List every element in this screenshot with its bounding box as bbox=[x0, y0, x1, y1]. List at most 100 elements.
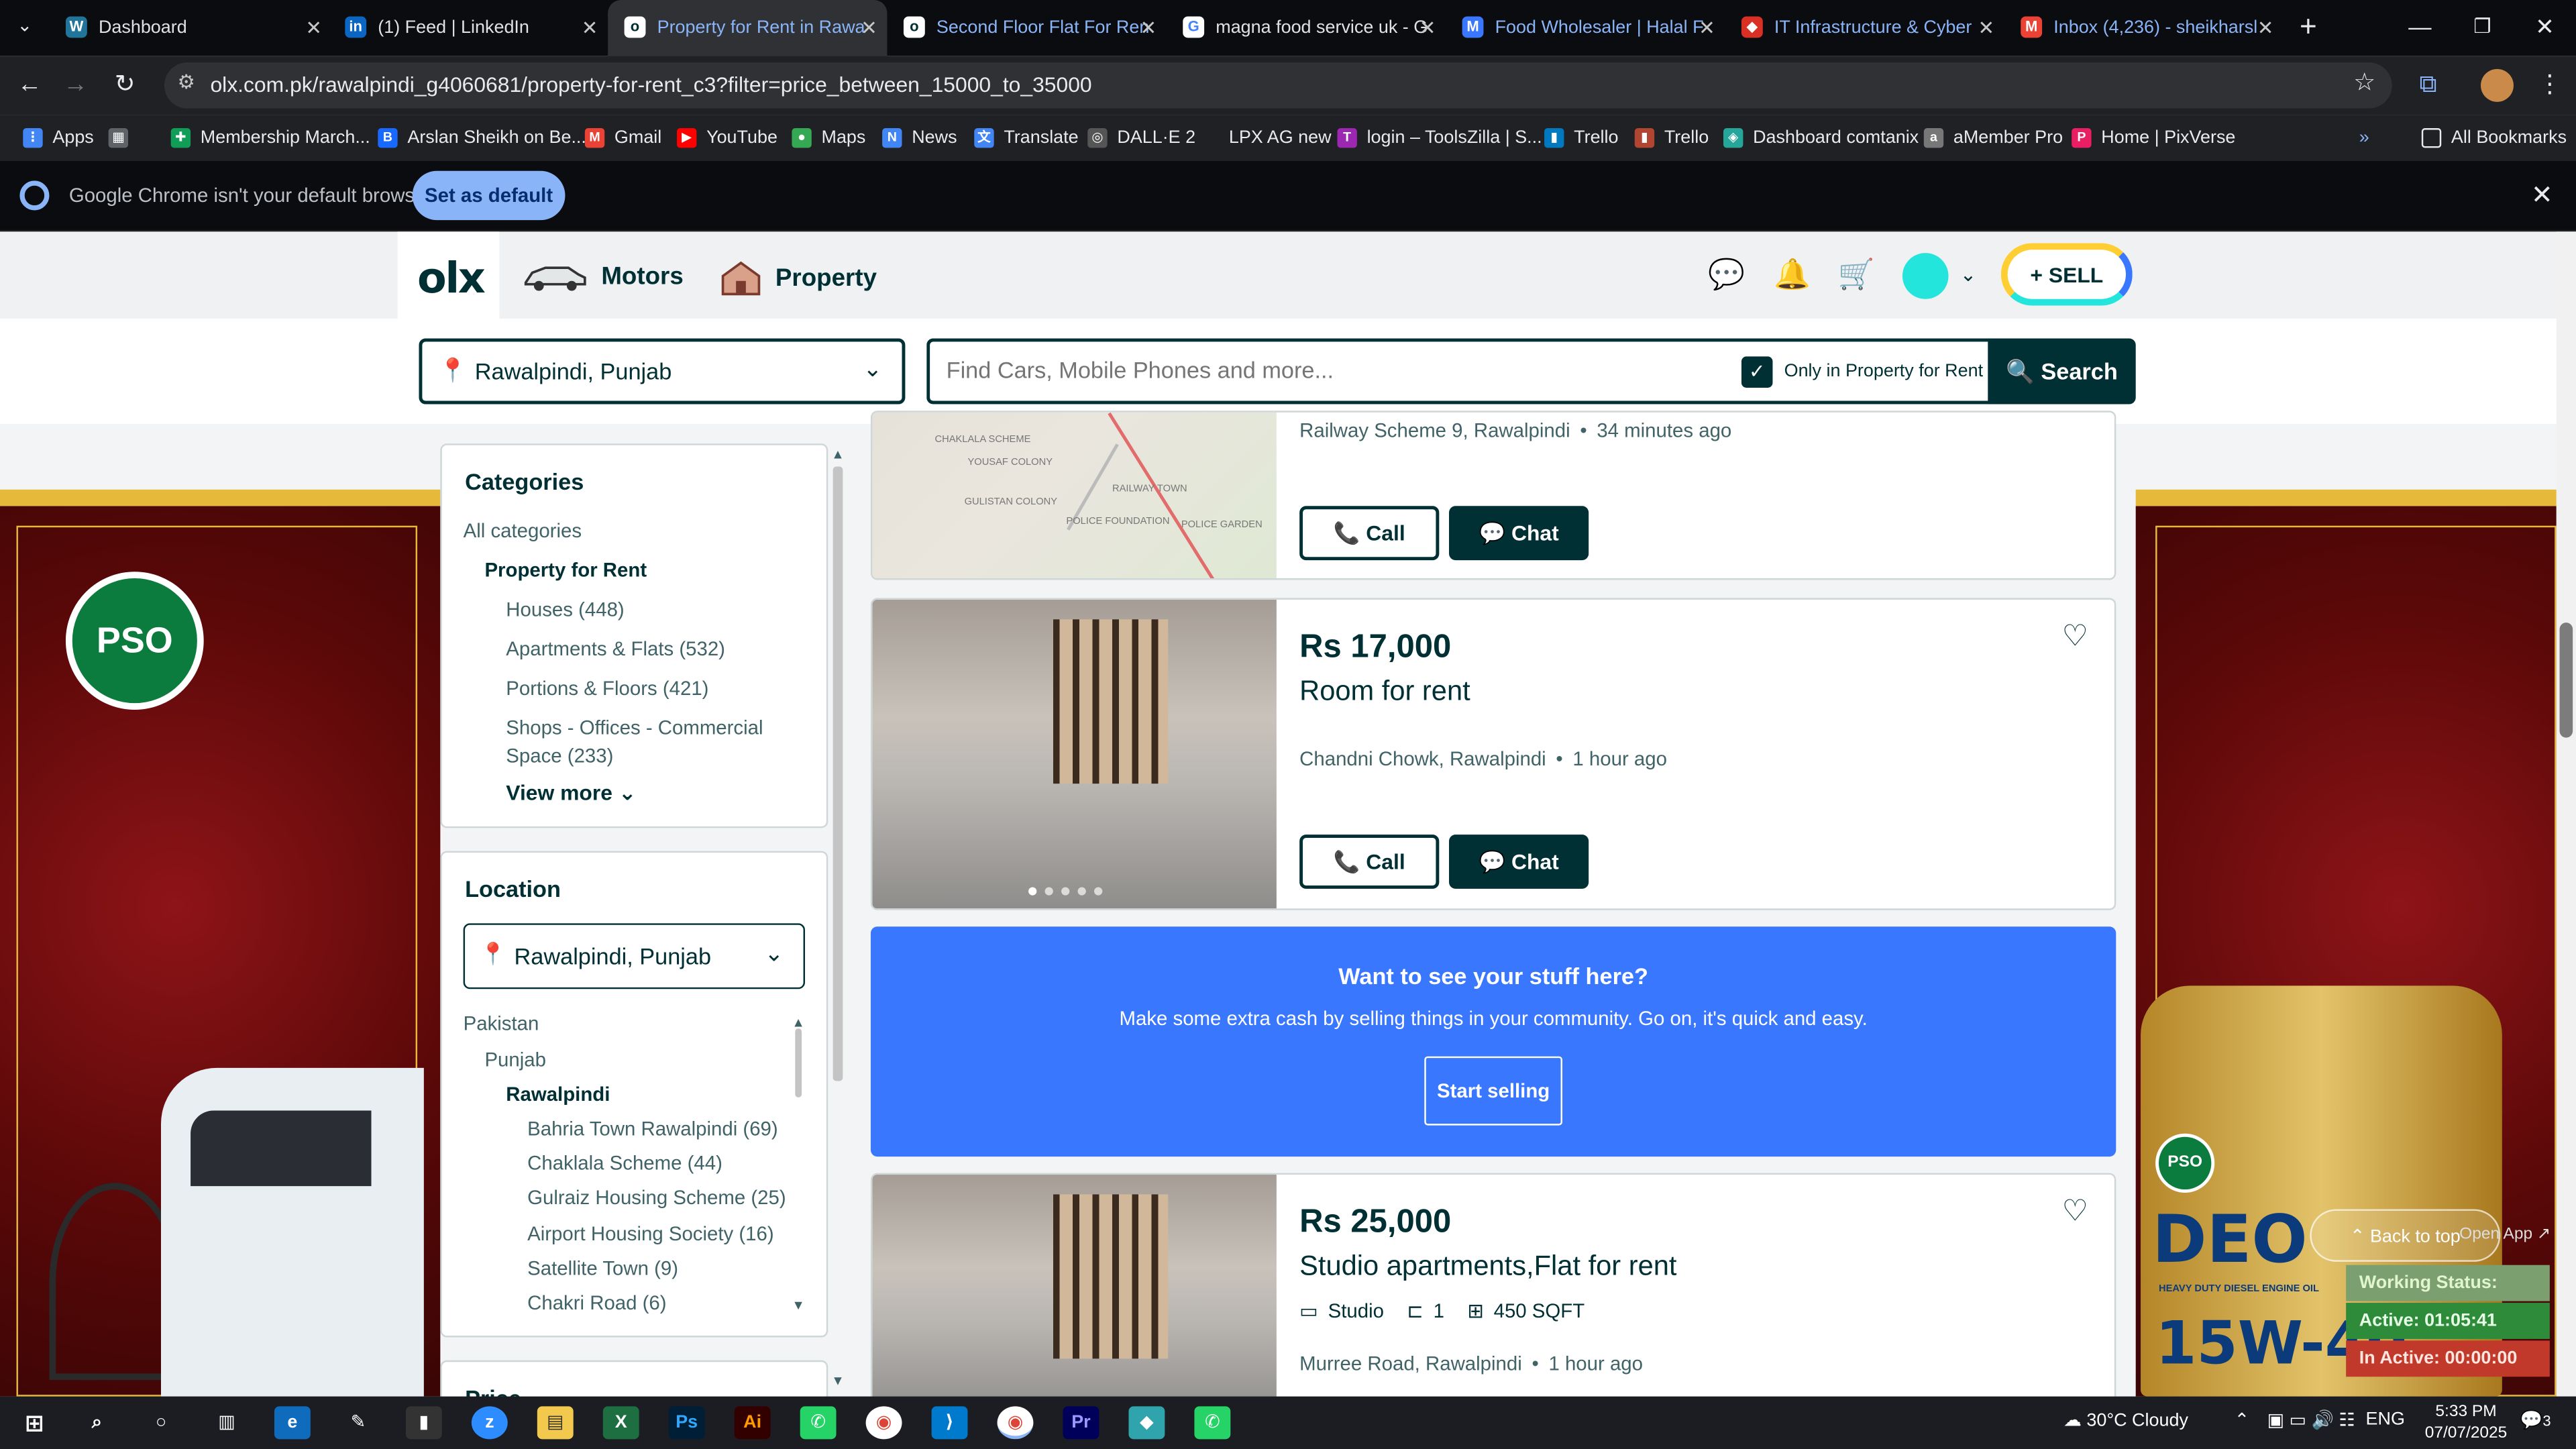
carousel-dot[interactable] bbox=[1028, 887, 1037, 896]
menu-icon[interactable]: ⋮ bbox=[2530, 66, 2569, 105]
terminal-icon[interactable]: ▮ bbox=[405, 1406, 442, 1440]
bookmark-maps[interactable]: ● Maps bbox=[792, 123, 865, 153]
bookmark-apps[interactable]: ⋮ Apps bbox=[23, 123, 94, 153]
location-country[interactable]: Pakistan bbox=[464, 1012, 539, 1035]
vscode-icon[interactable]: ⟩ bbox=[931, 1406, 968, 1440]
bookmark-behance[interactable]: B Arslan Sheikh on Be... bbox=[378, 123, 586, 153]
whatsapp-business-icon[interactable]: ✆ bbox=[1194, 1406, 1231, 1440]
whatsapp-icon[interactable]: ✆ bbox=[800, 1406, 837, 1440]
user-avatar[interactable] bbox=[1902, 253, 1949, 299]
close-tab-icon[interactable]: ✕ bbox=[1978, 16, 1994, 39]
close-tab-icon[interactable]: ✕ bbox=[1419, 16, 1436, 39]
tab-property-for-rent[interactable]: o Property for Rent in Rawa ✕ bbox=[608, 0, 888, 56]
bookmark-news[interactable]: N News bbox=[882, 123, 957, 153]
carousel-dot[interactable] bbox=[1094, 887, 1103, 896]
page-scrollbar-thumb[interactable] bbox=[2559, 623, 2573, 738]
weather-widget[interactable]: ☁ 30°C Cloudy bbox=[2063, 1409, 2188, 1431]
tab-gmail-inbox[interactable]: M Inbox (4,236) - sheikharsl ✕ bbox=[2004, 0, 2284, 56]
scroll-up-icon[interactable]: ▲ bbox=[792, 1015, 804, 1030]
location-area[interactable]: Bahria Town Rawalpindi (69) bbox=[527, 1117, 778, 1140]
close-tab-icon[interactable]: ✕ bbox=[1699, 16, 1715, 39]
listing-card[interactable]: Rs 17,000 Room for rent Chandni Chowk, R… bbox=[870, 598, 2116, 910]
notifications-bell-icon[interactable]: 🔔 bbox=[1772, 255, 1812, 294]
forward-icon[interactable]: → bbox=[56, 66, 95, 105]
system-tray-icons[interactable]: ▣ ▭ 🔊 ☷ bbox=[2267, 1409, 2355, 1431]
listing-title[interactable]: Room for rent bbox=[1299, 676, 1470, 708]
start-selling-button[interactable]: Start selling bbox=[1424, 1056, 1562, 1126]
location-province[interactable]: Punjab bbox=[484, 1048, 546, 1071]
task-view-icon[interactable]: ▥ bbox=[209, 1406, 245, 1439]
bookmark-translate[interactable]: 文 Translate bbox=[974, 123, 1079, 153]
set-as-default-button[interactable]: Set as default bbox=[412, 170, 566, 221]
chat-button[interactable]: 💬 Chat bbox=[1449, 506, 1589, 561]
subcategory-houses[interactable]: Houses (448) bbox=[506, 598, 624, 621]
subcategory-portions[interactable]: Portions & Floors (421) bbox=[506, 677, 708, 700]
chevron-down-icon[interactable]: ⌄ bbox=[1949, 255, 1988, 294]
excel-icon[interactable]: X bbox=[602, 1406, 639, 1440]
restore-icon[interactable]: ❐ bbox=[2451, 0, 2514, 56]
bookmark-pixverse[interactable]: P Home | PixVerse bbox=[2072, 123, 2235, 153]
chat-icon[interactable]: 💬 bbox=[1707, 255, 1747, 294]
zoom-icon[interactable]: z bbox=[471, 1406, 508, 1440]
page-scrollbar[interactable] bbox=[2556, 231, 2576, 1397]
pen-icon[interactable]: ✎ bbox=[340, 1406, 376, 1439]
olx-logo[interactable]: olx bbox=[417, 255, 486, 304]
location-list-scrollbar[interactable] bbox=[795, 1028, 802, 1097]
location-area[interactable]: Chakri Road (6) bbox=[527, 1291, 666, 1314]
location-select[interactable]: 📍 Rawalpindi, Punjab ⌄ bbox=[463, 923, 806, 989]
carousel-dot[interactable] bbox=[1061, 887, 1070, 896]
subcategory-shops[interactable]: Shops - Offices - Commercial bbox=[506, 716, 763, 739]
sidebar-scroll-up-icon[interactable]: ▲ bbox=[831, 447, 844, 462]
site-info-icon[interactable]: ⚙ bbox=[177, 70, 195, 93]
file-explorer-icon[interactable]: ▤ bbox=[537, 1406, 574, 1440]
close-tab-icon[interactable]: ✕ bbox=[1140, 16, 1157, 39]
taskbar-search-icon[interactable]: ⌕ bbox=[79, 1406, 115, 1439]
only-in-category-checkbox[interactable]: ✓ bbox=[1741, 356, 1773, 388]
close-infobar-icon[interactable]: ✕ bbox=[2531, 179, 2553, 212]
carousel-dot[interactable] bbox=[1044, 887, 1053, 896]
clock[interactable]: 5:33 PM 07/07/2025 bbox=[2425, 1401, 2508, 1444]
current-category[interactable]: Property for Rent bbox=[484, 559, 647, 582]
minimize-icon[interactable]: — bbox=[2389, 0, 2451, 56]
location-area[interactable]: Chaklala Scheme (44) bbox=[527, 1152, 722, 1175]
call-button[interactable]: 📞 Call bbox=[1299, 835, 1440, 889]
premiere-icon[interactable]: Pr bbox=[1063, 1406, 1099, 1440]
listing-card[interactable]: Rs 25,000 Studio apartments,Flat for ren… bbox=[870, 1173, 2116, 1419]
close-window-icon[interactable]: ✕ bbox=[2514, 0, 2576, 56]
show-hidden-icons[interactable]: ⌃ bbox=[2235, 1409, 2250, 1431]
new-tab-icon[interactable]: + bbox=[2277, 0, 2339, 56]
bookmark-star-icon[interactable]: ☆ bbox=[2353, 67, 2375, 97]
chat-button[interactable]: 💬 Chat bbox=[1449, 835, 1589, 889]
bookmark-gmail[interactable]: M Gmail bbox=[584, 123, 661, 153]
tab-linkedin[interactable]: in (1) Feed | LinkedIn ✕ bbox=[329, 0, 608, 56]
listing-card[interactable]: CHAKLALA SCHEME YOUSAF COLONY POLICE FOU… bbox=[870, 411, 2116, 580]
search-button[interactable]: 🔍 Search bbox=[1988, 338, 2136, 405]
view-more-link[interactable]: View more ⌄ bbox=[506, 780, 636, 806]
search-input[interactable] bbox=[946, 356, 1719, 383]
bookmark-grid[interactable]: ▦ bbox=[108, 123, 138, 153]
location-search-input[interactable]: 📍 Rawalpindi, Punjab ⌄ bbox=[419, 338, 906, 405]
bookmark-toolszilla[interactable]: Tlogin – ToolsZilla | S... bbox=[1337, 123, 1542, 153]
cart-icon[interactable]: 🛒 bbox=[1837, 255, 1876, 294]
photoshop-icon[interactable]: Ps bbox=[668, 1406, 705, 1440]
location-area[interactable]: Airport Housing Society (16) bbox=[527, 1222, 774, 1245]
close-tab-icon[interactable]: ✕ bbox=[2257, 16, 2274, 39]
nav-motors[interactable]: Motors bbox=[523, 260, 684, 292]
open-app-link[interactable]: Open App ↗ bbox=[2459, 1226, 2551, 1244]
subcategory-shops-count[interactable]: Space (233) bbox=[506, 744, 613, 767]
scroll-down-icon[interactable]: ▼ bbox=[792, 1298, 804, 1313]
bookmark-trello-2[interactable]: ▮ Trello bbox=[1634, 123, 1709, 153]
profile-avatar[interactable] bbox=[2477, 66, 2517, 105]
address-bar[interactable]: ⚙ olx.com.pk/rawalpindi_g4060681/propert… bbox=[164, 62, 2392, 109]
chrome-active-icon[interactable]: ◉ bbox=[997, 1406, 1034, 1440]
location-area[interactable]: Gulraiz Housing Scheme (25) bbox=[527, 1186, 786, 1209]
close-tab-icon[interactable]: ✕ bbox=[582, 16, 598, 39]
carousel-dot[interactable] bbox=[1077, 887, 1086, 896]
chrome-taskbar-icon[interactable]: ◉ bbox=[865, 1406, 902, 1440]
tab-food-wholesaler[interactable]: M Food Wholesaler | Halal F ✕ bbox=[1446, 0, 1725, 56]
sell-button[interactable]: + SELL bbox=[2000, 243, 2133, 306]
tab-dashboard[interactable]: W Dashboard ✕ bbox=[49, 0, 331, 56]
more-bookmarks-icon[interactable]: » bbox=[2359, 123, 2369, 153]
tab-second-floor-flat[interactable]: o Second Floor Flat For Ren ✕ bbox=[887, 0, 1166, 56]
illustrator-icon[interactable]: Ai bbox=[734, 1406, 771, 1440]
